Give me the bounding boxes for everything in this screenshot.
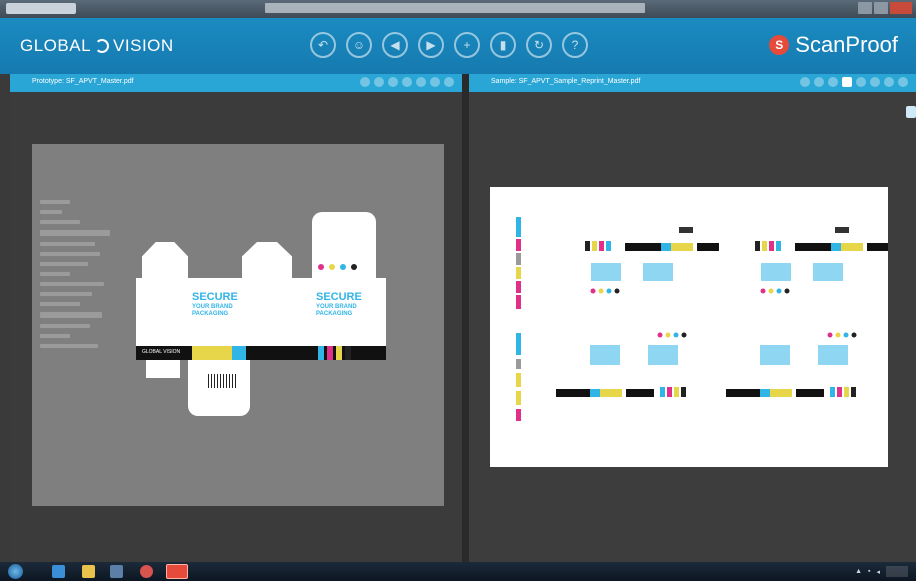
volume-icon[interactable]: ◂	[876, 568, 880, 576]
brand-left-suffix: VISION	[113, 36, 174, 55]
window-controls	[858, 2, 912, 14]
right-document-viewer[interactable]	[469, 92, 916, 562]
rotate-icon[interactable]	[416, 77, 426, 87]
window-titlebar	[0, 0, 916, 18]
scanproof-taskbar-icon[interactable]	[166, 564, 188, 579]
vision-mark-icon	[95, 39, 110, 53]
scanproof-logo: S ScanProof	[769, 32, 898, 58]
packaging-headline-1b: SECURE	[316, 291, 362, 303]
sample-sheet-graphics	[516, 217, 889, 421]
yellow-strip	[192, 346, 232, 360]
system-tray: ▲ ▪ ◂	[855, 566, 908, 577]
prototype-page: GLOBAL VISION SECURE YOUR BRAND PACKAGIN…	[32, 144, 444, 506]
fit-icon[interactable]	[388, 77, 398, 87]
network-icon[interactable]: ▪	[868, 568, 870, 575]
trash-icon[interactable]: ▮	[490, 32, 516, 58]
globalvision-logo: GLOBAL VISION	[20, 36, 174, 56]
search-icon[interactable]	[856, 77, 866, 87]
brand-left-text: GLOBAL	[20, 36, 92, 55]
stripe-brand-label: GLOBAL VISION	[142, 349, 181, 355]
refresh-icon[interactable]: ↻	[526, 32, 552, 58]
brand-right-text: ScanProof	[795, 32, 898, 57]
color-bars	[318, 346, 351, 360]
play-icon[interactable]: ▶	[418, 32, 444, 58]
app-header: GLOBAL VISION ↶ ☺ ◀ ▶ + ▮ ↻ ? S ScanProo…	[0, 18, 916, 74]
cyan-strip	[232, 346, 246, 360]
settings-icon[interactable]	[444, 77, 454, 87]
zoom-out-icon[interactable]	[374, 77, 384, 87]
packaging-headline-2: YOUR BRAND	[192, 304, 233, 310]
page-icon[interactable]	[884, 77, 894, 87]
clock[interactable]	[886, 566, 908, 577]
settings-icon[interactable]	[898, 77, 908, 87]
close-button[interactable]	[890, 2, 912, 14]
packaging-dieline: GLOBAL VISION SECURE YOUR BRAND PACKAGIN…	[136, 212, 392, 424]
main-toolbar: ↶ ☺ ◀ ▶ + ▮ ↻ ?	[310, 32, 588, 58]
barcode	[208, 374, 236, 388]
rotate-icon[interactable]	[870, 77, 880, 87]
right-panel-tools	[800, 77, 908, 87]
maximize-button[interactable]	[874, 2, 888, 14]
color-control-strip	[516, 217, 521, 421]
undo-icon[interactable]: ↶	[310, 32, 336, 58]
right-panel-header: Sample: SF_APVT_Sample_Reprint_Master.pd…	[469, 74, 916, 92]
left-panel-tools	[360, 77, 454, 87]
search-icon[interactable]	[402, 77, 412, 87]
scanproof-mark-icon: S	[769, 35, 790, 55]
ghost-annotations	[40, 200, 110, 420]
help-icon[interactable]: ?	[562, 32, 588, 58]
packaging-headline-3b: PACKAGING	[316, 311, 353, 317]
color-dots	[318, 264, 357, 270]
sample-layout-1	[585, 227, 719, 294]
zoom-in-icon[interactable]	[360, 77, 370, 87]
panel-divider[interactable]	[462, 74, 469, 562]
left-panel-title: Prototype: SF_APVT_Master.pdf	[32, 78, 134, 85]
side-tab-icon[interactable]	[906, 106, 916, 118]
packaging-headline-2b: YOUR BRAND	[316, 304, 357, 310]
explorer-icon[interactable]	[82, 565, 95, 578]
box-bottom-tab	[146, 360, 180, 378]
sample-page	[490, 187, 889, 467]
left-panel-header: Prototype: SF_APVT_Master.pdf	[10, 74, 462, 92]
packaging-headline-1: SECURE	[192, 291, 238, 303]
packaging-headline-3: PACKAGING	[192, 311, 229, 317]
back-icon[interactable]: ◀	[382, 32, 408, 58]
left-document-viewer[interactable]: GLOBAL VISION SECURE YOUR BRAND PACKAGIN…	[10, 92, 462, 562]
ie-icon[interactable]	[52, 565, 65, 578]
zoom-in-icon[interactable]	[800, 77, 810, 87]
flap-1	[142, 242, 188, 278]
window-title-tab[interactable]	[6, 3, 76, 14]
user-icon[interactable]: ☺	[346, 32, 372, 58]
media-icon[interactable]	[110, 565, 123, 578]
fit-icon[interactable]	[828, 77, 838, 87]
tray-arrow-icon[interactable]: ▲	[855, 568, 862, 575]
right-panel-title: Sample: SF_APVT_Sample_Reprint_Master.pd…	[491, 78, 641, 85]
chrome-icon[interactable]	[140, 565, 153, 578]
add-icon[interactable]: +	[454, 32, 480, 58]
box-bottom-flap	[188, 360, 250, 416]
page-icon[interactable]	[430, 77, 440, 87]
sample-layout-2	[755, 227, 889, 294]
os-taskbar: ▲ ▪ ◂	[0, 562, 916, 581]
sample-layout-4	[726, 332, 857, 397]
window-title-text	[265, 3, 645, 13]
active-tool-icon[interactable]	[842, 77, 852, 87]
sample-layout-3	[556, 332, 687, 397]
start-button[interactable]	[8, 564, 23, 579]
minimize-button[interactable]	[858, 2, 872, 14]
zoom-out-icon[interactable]	[814, 77, 824, 87]
flap-2	[242, 242, 292, 278]
